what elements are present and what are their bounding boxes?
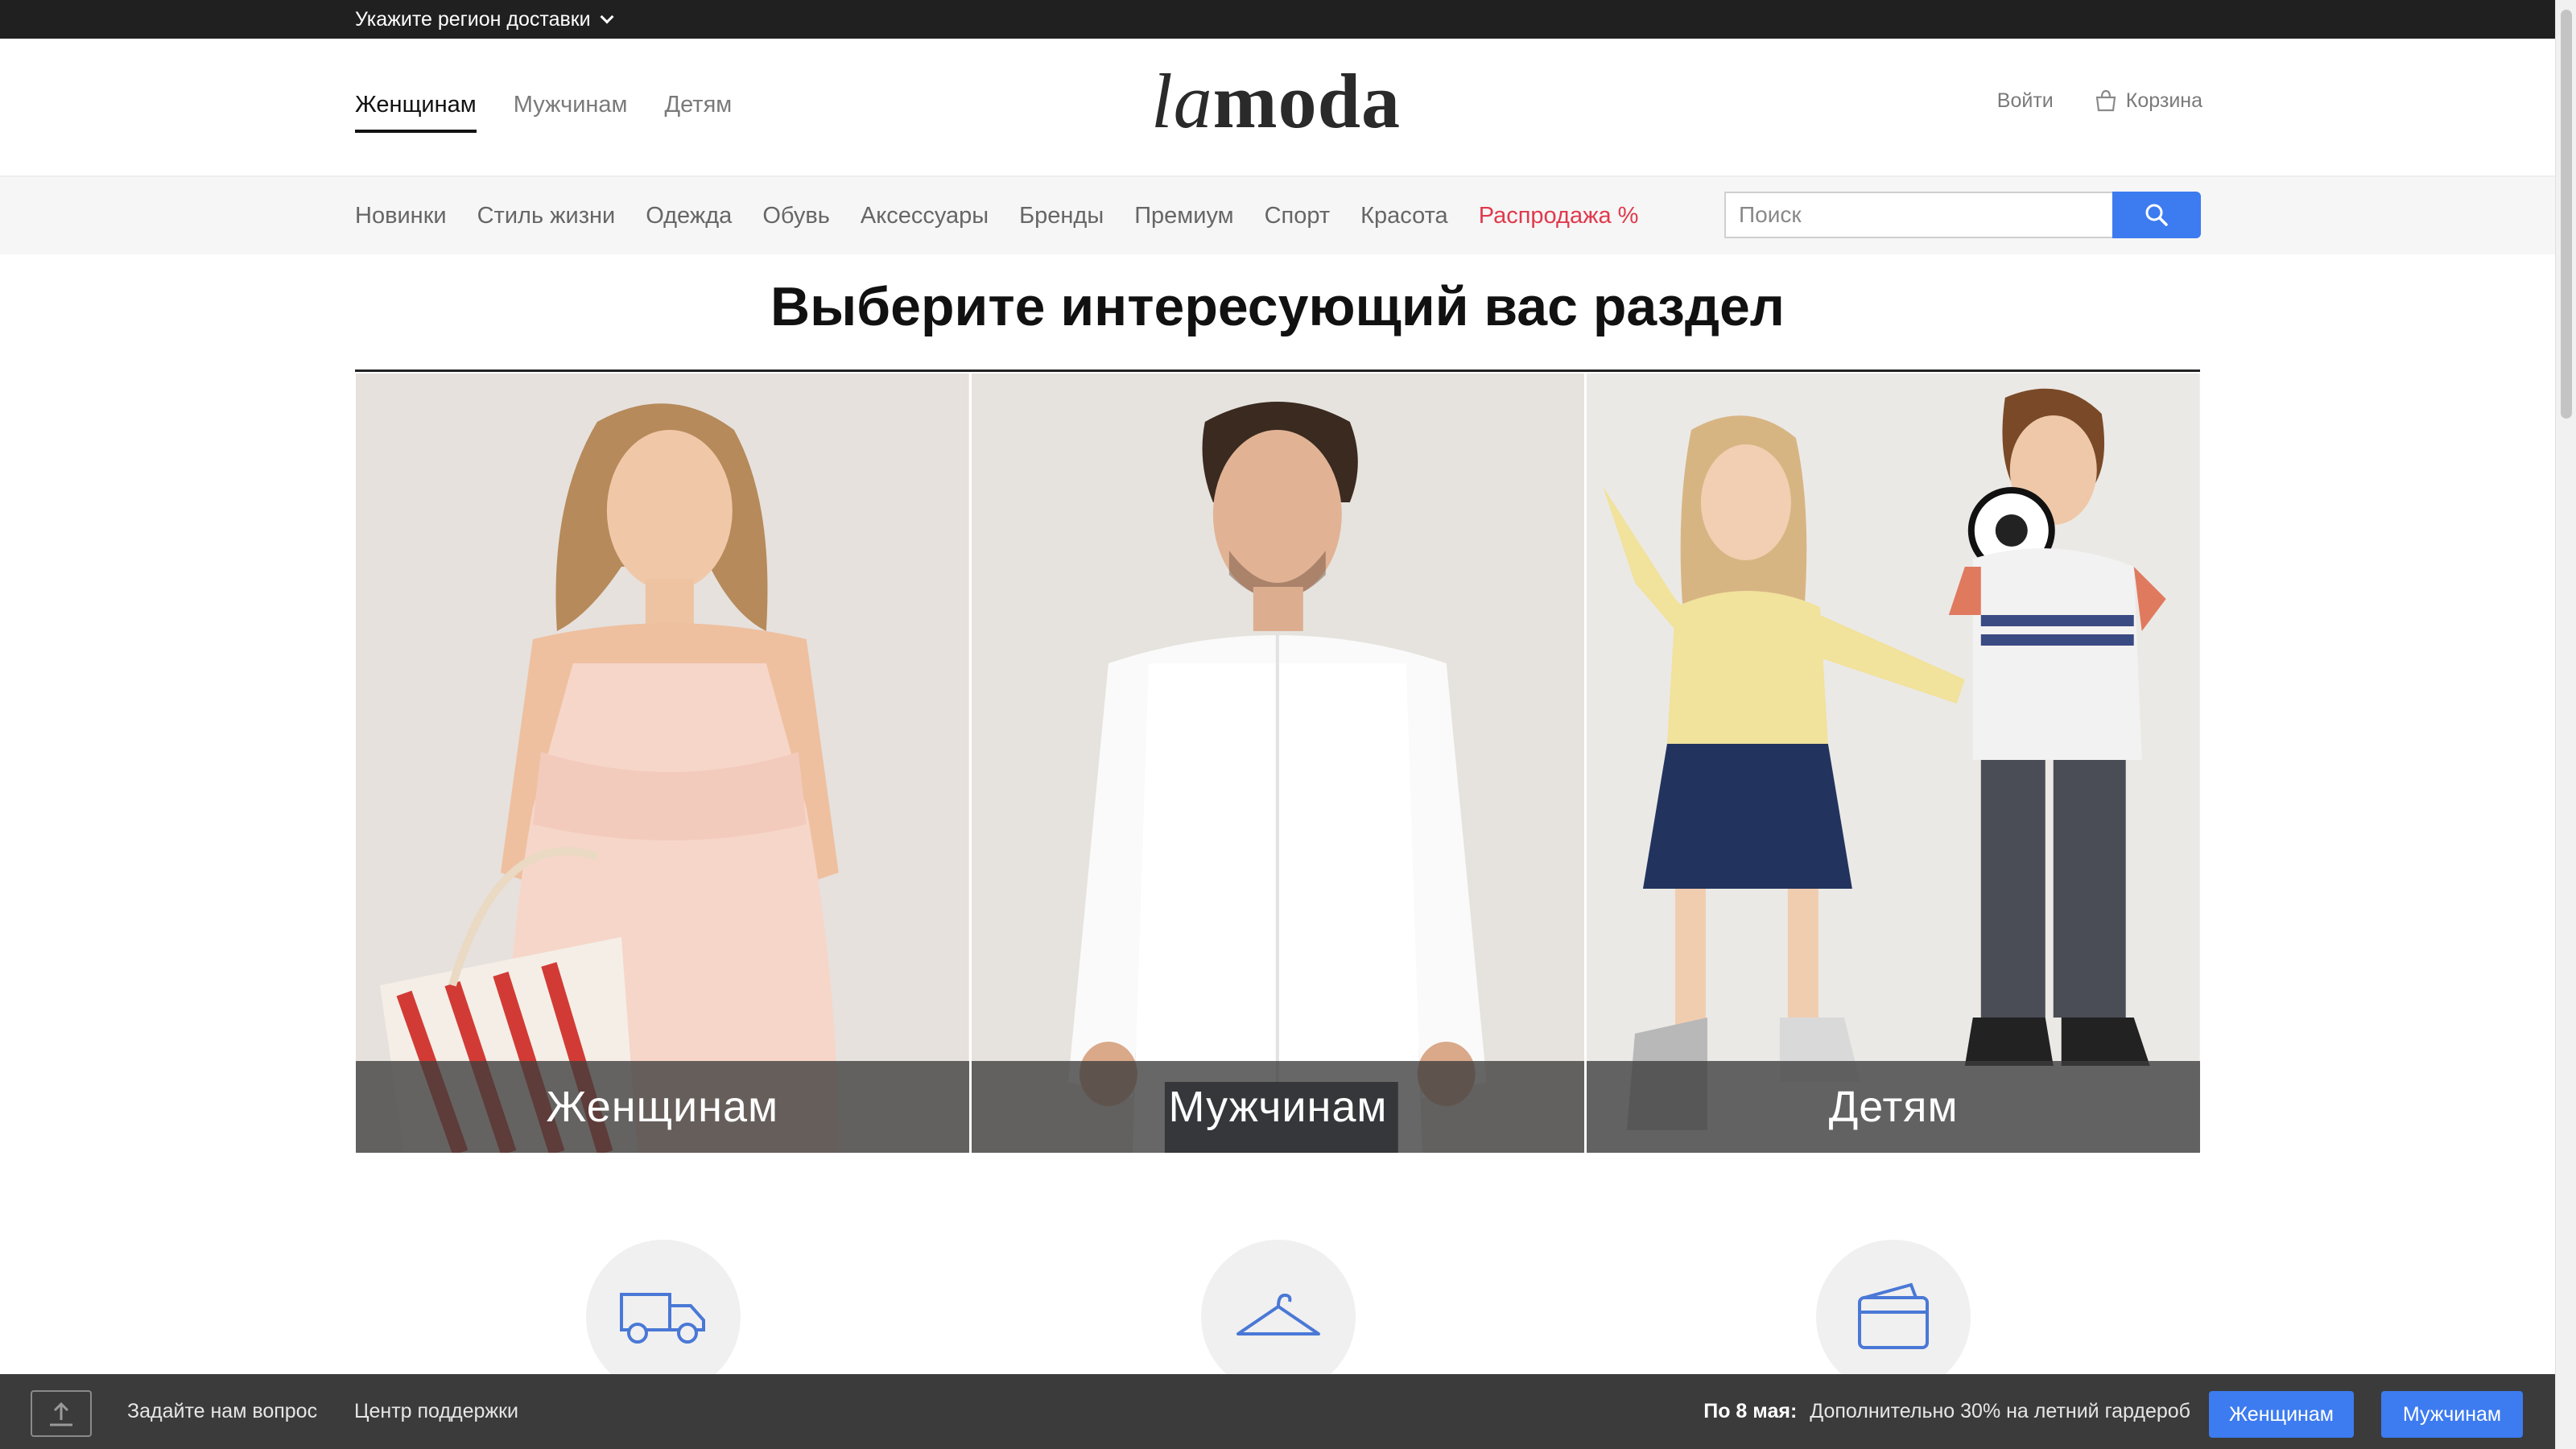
card-men-label: Мужчинам	[971, 1061, 1585, 1153]
payment-feature	[1816, 1240, 1971, 1394]
logo-part-la: la	[1151, 58, 1213, 144]
search-button[interactable]	[2112, 192, 2201, 238]
kids-photo	[1587, 374, 2201, 1153]
region-label: Укажите регион доставки	[355, 7, 591, 31]
category-list: Новинки Стиль жизни Одежда Обувь Аксессу…	[355, 177, 1638, 254]
nav-new[interactable]: Новинки	[355, 203, 447, 229]
card-men[interactable]: Мужчинам	[971, 374, 1585, 1153]
nav-clothing[interactable]: Одежда	[646, 203, 732, 229]
nav-beauty[interactable]: Красота	[1360, 203, 1448, 229]
region-selector[interactable]: Укажите регион доставки	[355, 0, 614, 39]
card-women-label: Женщинам	[356, 1061, 969, 1153]
ask-question-link[interactable]: Задайте нам вопрос	[127, 1374, 317, 1449]
wallet-icon	[1858, 1282, 1929, 1349]
card-women[interactable]: Женщинам	[356, 374, 969, 1153]
card-kids[interactable]: Детям	[1587, 374, 2201, 1153]
page-title: Выберите интересующий вас раздел	[355, 270, 2200, 372]
nav-brands[interactable]: Бренды	[1019, 203, 1104, 229]
nav-premium[interactable]: Премиум	[1134, 203, 1233, 229]
nav-accessories[interactable]: Аксессуары	[861, 203, 989, 229]
delivery-feature	[586, 1240, 741, 1394]
cart-link[interactable]: Корзина	[2094, 89, 2202, 113]
tab-women[interactable]: Женщинам	[355, 92, 477, 133]
header: Женщинам Мужчинам Детям lamoda Войти Кор…	[0, 39, 2555, 177]
lamoda-logo[interactable]: lamoda	[1151, 61, 1409, 142]
scrollbar[interactable]	[2555, 0, 2576, 1449]
gender-tabs: Женщинам Мужчинам Детям	[355, 92, 732, 133]
support-center-link[interactable]: Центр поддержки	[354, 1374, 518, 1449]
men-photo	[971, 374, 1585, 1153]
nav-shoes[interactable]: Обувь	[762, 203, 830, 229]
search-bar	[1724, 192, 2201, 238]
region-bar: Укажите регион доставки	[0, 0, 2555, 39]
truck-icon	[620, 1293, 705, 1344]
promo-description: Дополнительно 30% на летний гардероб	[1810, 1400, 2190, 1422]
fitting-feature	[1201, 1240, 1356, 1394]
login-link[interactable]: Войти	[1997, 89, 2054, 113]
search-input[interactable]	[1724, 192, 2112, 238]
chevron-down-icon	[600, 10, 614, 24]
category-cards: Женщинам Мужчинам Детям	[356, 374, 2201, 1153]
search-icon	[2145, 204, 2168, 226]
hanger-icon	[1236, 1293, 1320, 1335]
scroll-top-button[interactable]	[31, 1390, 92, 1437]
nav-sale[interactable]: Распродажа %	[1479, 203, 1639, 229]
nav-lifestyle[interactable]: Стиль жизни	[477, 203, 616, 229]
shopping-bag-icon	[2095, 89, 2116, 112]
upload-arrow-icon	[50, 1402, 72, 1426]
women-photo	[356, 374, 969, 1153]
category-nav: Новинки Стиль жизни Одежда Обувь Аксессу…	[0, 177, 2555, 254]
logo-part-moda: moda	[1212, 58, 1402, 144]
tab-kids[interactable]: Детям	[665, 92, 733, 133]
promo-date: По 8 мая:	[1703, 1400, 1798, 1422]
promo-women-button[interactable]: Женщинам	[2209, 1391, 2354, 1438]
promo-men-button[interactable]: Мужчинам	[2381, 1391, 2523, 1438]
bottom-bar: Задайте нам вопрос Центр поддержки По 8 …	[0, 1374, 2555, 1449]
tab-men[interactable]: Мужчинам	[514, 92, 628, 133]
header-actions: Войти Корзина	[1997, 89, 2202, 113]
scroll-thumb[interactable]	[2561, 10, 2572, 419]
cart-label: Корзина	[2125, 89, 2202, 112]
nav-sport[interactable]: Спорт	[1265, 203, 1331, 229]
promo-text: По 8 мая: Дополнительно 30% на летний га…	[1703, 1374, 2190, 1449]
card-kids-label: Детям	[1587, 1061, 2201, 1153]
